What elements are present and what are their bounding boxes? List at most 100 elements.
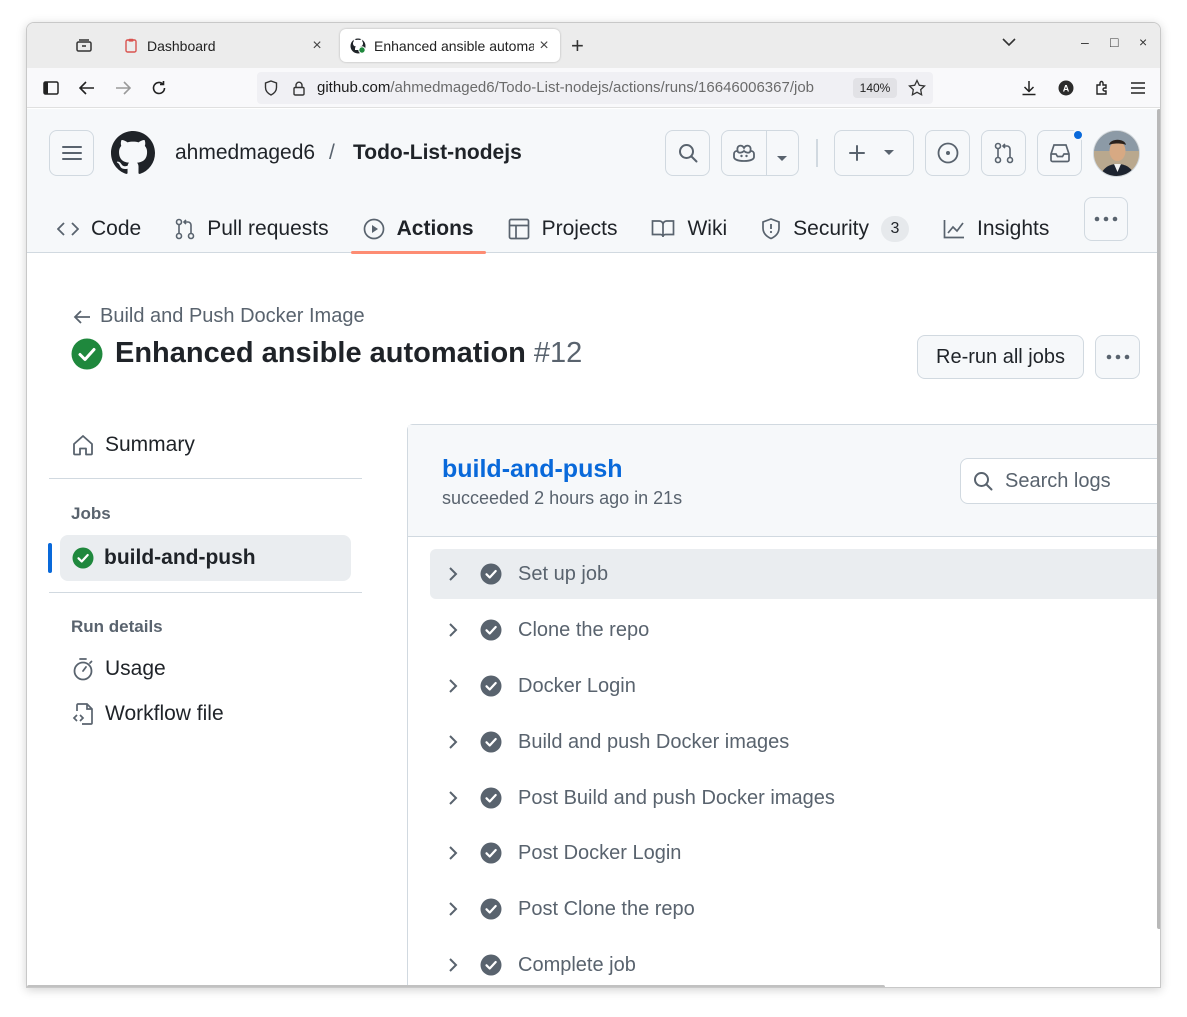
job-title-link[interactable]: build-and-push [442, 455, 623, 484]
chevron-right-icon[interactable] [442, 901, 464, 917]
tab-code[interactable]: Code [57, 205, 141, 253]
tab-list-icon[interactable] [73, 34, 95, 56]
reload-icon[interactable] [149, 78, 169, 98]
downloads-icon[interactable] [1019, 78, 1039, 98]
chevron-right-icon[interactable] [442, 622, 464, 638]
lock-icon[interactable] [289, 78, 309, 98]
pull-requests-button[interactable] [981, 130, 1026, 176]
tab-label: Actions [396, 217, 474, 240]
tab-wiki[interactable]: Wiki [651, 205, 727, 253]
hamburger-menu-icon[interactable] [1128, 78, 1148, 98]
repo-name-link[interactable]: Todo-List-nodejs [353, 141, 522, 165]
create-new-button[interactable] [834, 130, 914, 176]
run-options-button[interactable] [1095, 335, 1140, 379]
global-menu-button[interactable] [49, 130, 94, 176]
log-step[interactable]: Post Build and push Docker images [430, 773, 1160, 823]
path-separator: / [329, 141, 335, 164]
zoom-level-badge[interactable]: 140% [853, 78, 897, 98]
maximize-button[interactable]: □ [1110, 34, 1118, 50]
vertical-scrollbar[interactable] [1157, 109, 1160, 929]
github-logo-icon[interactable] [111, 131, 155, 180]
job-status-text: succeeded 2 hours ago in 21s [442, 488, 683, 508]
account-icon[interactable]: A [1056, 78, 1076, 98]
search-logs-input[interactable]: Search logs [960, 458, 1160, 504]
sidebar-item-summary[interactable]: Summary [71, 433, 195, 457]
inbox-icon [1049, 144, 1070, 163]
list-all-tabs-icon[interactable] [1002, 34, 1016, 50]
tab-close-icon[interactable]: × [307, 37, 327, 55]
chevron-down-icon[interactable] [776, 150, 788, 168]
tab-label: Code [91, 217, 142, 240]
shield-tracking-icon[interactable] [261, 78, 281, 98]
log-step[interactable]: Complete job [430, 940, 1160, 987]
tab-label: Pull requests [207, 217, 329, 240]
clipboard-icon [123, 38, 139, 54]
minimize-button[interactable]: – [1081, 34, 1089, 50]
chevron-right-icon[interactable] [442, 734, 464, 750]
chevron-right-icon[interactable] [442, 566, 464, 582]
step-label: Set up job [518, 562, 609, 585]
code-icon [57, 221, 79, 237]
log-step[interactable]: Build and push Docker images [430, 717, 1160, 767]
tab-actions[interactable]: Actions [350, 205, 486, 254]
home-icon [71, 434, 95, 456]
play-icon [363, 218, 385, 240]
sidebar-item-usage[interactable]: Usage [71, 657, 166, 681]
sidebar-item-workflow-file[interactable]: Workflow file [71, 702, 224, 726]
tab-pull-requests[interactable]: Pull requests [175, 205, 329, 253]
log-step[interactable]: Post Clone the repo [430, 884, 1160, 934]
repo-header: ahmedmaged6 / Todo-List-nodejs Code Pull… [27, 109, 1160, 254]
notification-dot [1072, 129, 1084, 141]
back-arrow-icon[interactable] [77, 78, 97, 98]
issues-button[interactable] [925, 130, 970, 176]
forward-arrow-icon[interactable] [113, 78, 133, 98]
back-to-workflow-link[interactable]: Build and Push Docker Image [73, 305, 365, 328]
log-step[interactable]: Set up job [430, 549, 1160, 599]
star-bookmark-icon[interactable] [907, 78, 927, 98]
chevron-right-icon[interactable] [442, 845, 464, 861]
rerun-all-jobs-button[interactable]: Re-run all jobs [917, 335, 1084, 379]
search-button[interactable] [665, 130, 710, 176]
tab-label: Wiki [687, 217, 728, 240]
copilot-button[interactable] [721, 130, 799, 176]
tab-projects[interactable]: Projects [508, 205, 618, 253]
tab-close-icon[interactable]: × [534, 37, 554, 55]
horizontal-scrollbar[interactable] [27, 985, 885, 987]
url-text[interactable]: github.com/ahmedmaged6/Todo-List-nodejs/… [317, 79, 847, 96]
success-check-icon [71, 338, 103, 369]
sidebar-item-label: Summary [105, 433, 195, 456]
chevron-right-icon[interactable] [442, 678, 464, 694]
check-circle-icon [480, 675, 502, 697]
extensions-icon[interactable] [1092, 78, 1112, 98]
log-step[interactable]: Clone the repo [430, 605, 1160, 655]
issue-circle-icon [937, 142, 958, 164]
sidebar-item-label: Workflow file [105, 702, 224, 725]
tab-label: Insights [977, 217, 1050, 240]
job-label: build-and-push [104, 546, 256, 569]
tab-label: Projects [541, 217, 618, 240]
step-label: Complete job [518, 953, 636, 976]
search-icon [678, 144, 697, 163]
sidebar-item-build-and-push[interactable]: build-and-push [48, 535, 351, 581]
chevron-right-icon[interactable] [442, 790, 464, 806]
tab-security[interactable]: Security 3 [761, 205, 909, 253]
kebab-horizontal-icon [1106, 354, 1129, 360]
sidebar-toggle-icon[interactable] [41, 78, 61, 98]
run-name: Enhanced ansible automation [115, 337, 526, 369]
chevron-right-icon[interactable] [442, 957, 464, 973]
address-bar[interactable]: github.com/ahmedmaged6/Todo-List-nodejs/… [257, 72, 933, 104]
more-nav-button[interactable] [1084, 197, 1128, 241]
tab-insights[interactable]: Insights [943, 205, 1049, 253]
pull-request-icon [994, 142, 1013, 164]
log-step[interactable]: Post Docker Login [430, 828, 1160, 878]
repo-owner-link[interactable]: ahmedmaged6 [175, 141, 315, 165]
run-number: #12 [533, 337, 583, 369]
tab-enhanced-ansible[interactable]: Enhanced ansible automa × [340, 29, 560, 62]
log-step[interactable]: Docker Login [430, 661, 1160, 711]
close-window-button[interactable]: × [1139, 34, 1147, 50]
inbox-button[interactable] [1037, 129, 1084, 176]
tab-dashboard[interactable]: Dashboard × [113, 29, 333, 62]
menu-icon [61, 146, 82, 160]
avatar[interactable] [1093, 130, 1140, 177]
new-tab-button[interactable]: + [571, 33, 584, 59]
